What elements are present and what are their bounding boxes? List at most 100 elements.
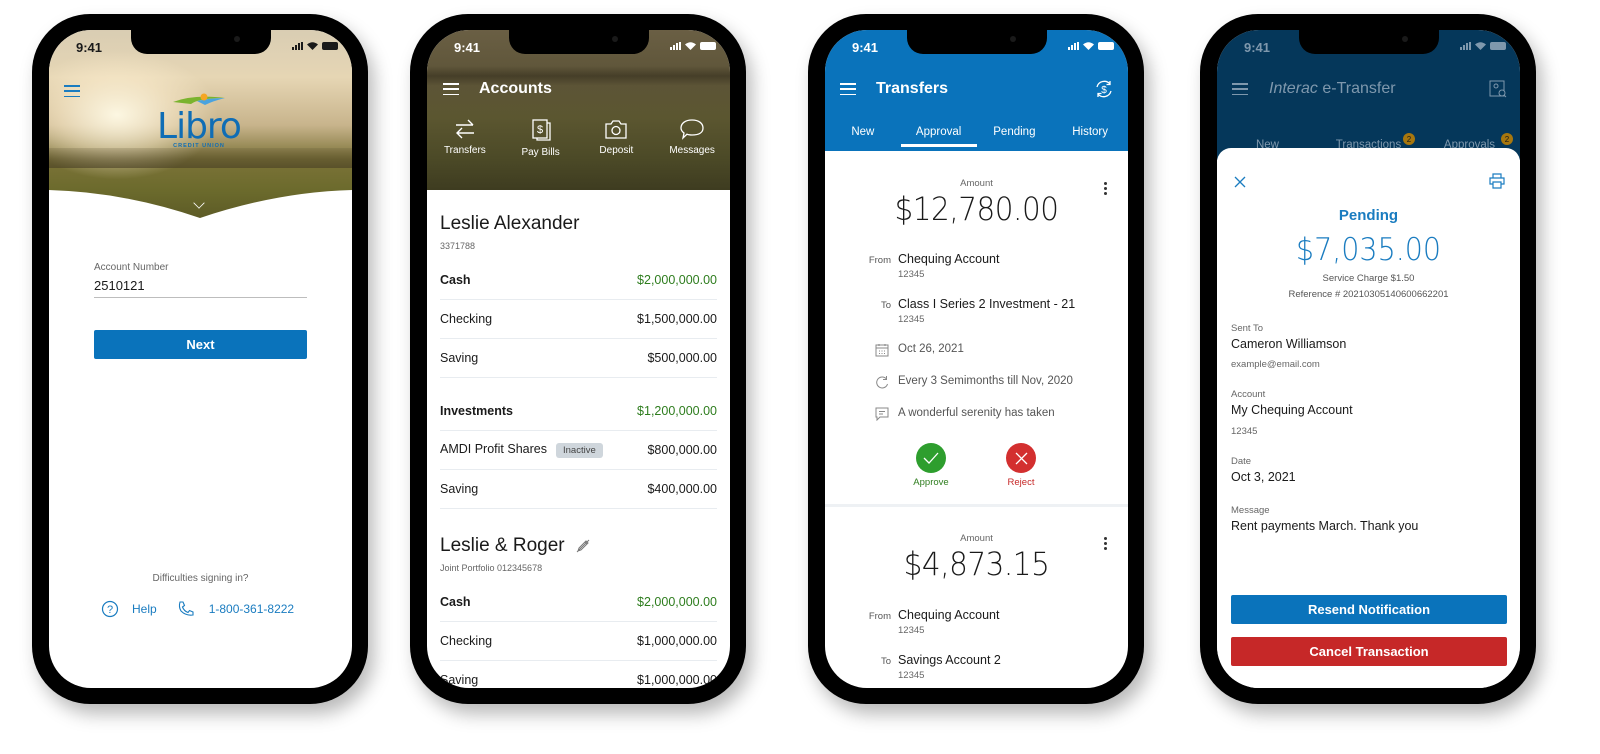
menu-icon[interactable] [1232,83,1248,95]
more-options-icon[interactable] [1104,182,1108,195]
from-account-name: Chequing Account [898,608,1000,622]
transfer-card: Amount $12,780.00 [825,178,1128,228]
tab-new[interactable]: New [825,126,901,147]
battery-icon [322,42,338,50]
currency-exchange-icon[interactable]: $ [1094,79,1114,99]
status-time: 9:41 [76,40,103,55]
status-time: 9:41 [454,40,481,55]
svg-text:?: ? [107,604,113,616]
reject-label[interactable]: Reject [991,477,1051,488]
camera-icon [605,120,628,139]
quick-action-label: Transfers [443,145,486,156]
edit-pencil-icon[interactable] [575,538,591,554]
logo-swoosh-icon [173,93,225,105]
libro-logo: Libro CREDIT UNION [154,92,244,149]
account-amount: $800,000.00 [647,443,717,457]
title-rest: e-Transfer [1317,80,1396,97]
status-icons [670,42,716,50]
to-account-name: Savings Account 2 [898,653,1001,667]
group-amount: $1,200,000.00 [637,404,717,418]
quick-action-label: Messages [669,145,715,156]
page-title: Interac e-Transfer [1269,80,1396,98]
from-account-name: Chequing Account [898,252,1000,266]
quick-action-label: Deposit [599,145,634,156]
chat-bubble-icon [680,119,704,140]
reject-button[interactable] [1006,443,1036,473]
approve-label[interactable]: Approve [901,477,961,488]
card-divider [825,504,1128,507]
help-link[interactable]: Help [132,602,157,616]
pay-bills-icon: $ [531,119,551,141]
transfer-amount: $4,873.15 [903,545,1050,583]
account-label-wrap: AMDI Profit Shares Inactive [440,442,603,458]
resend-notification-button[interactable]: Resend Notification [1231,595,1507,624]
transaction-status: Pending [1338,207,1399,224]
account-group-row[interactable]: Investments $1,200,000.00 [440,392,717,431]
menu-icon[interactable] [840,83,856,95]
signal-icon [670,42,681,50]
quick-action-transfers[interactable]: Transfers [427,118,503,158]
account-label: Saving [440,673,479,687]
tab-history[interactable]: History [1052,126,1128,147]
menu-icon[interactable] [64,85,80,97]
transfer-tabs: New Approval Pending History [825,126,1128,147]
owner-name: Leslie & Roger [440,535,717,557]
account-row[interactable]: AMDI Profit Shares Inactive $800,000.00 [440,431,717,470]
quick-action-label: Pay Bills [521,147,560,158]
account-row[interactable]: Saving $500,000.00 [440,339,717,378]
difficulties-text: Difficulties signing in? [152,573,249,584]
owner-name-text: Leslie Alexander [440,213,580,234]
account-row[interactable]: Checking $1,500,000.00 [440,300,717,339]
contact-search-icon[interactable] [1489,80,1507,98]
status-icons [292,42,338,50]
next-button[interactable]: Next [94,330,307,359]
more-options-icon[interactable] [1104,537,1108,550]
tab-approval[interactable]: Approval [900,126,977,147]
signal-icon [1068,42,1079,50]
transfer-amount: $12,780.00 [894,190,1059,228]
svg-text:$: $ [1101,85,1107,96]
print-icon[interactable] [1489,173,1505,189]
account-row[interactable]: Saving $400,000.00 [440,470,717,509]
quick-action-deposit[interactable]: Deposit [579,118,655,158]
quick-action-pay-bills[interactable]: $ Pay Bills [503,118,579,158]
status-icons [1068,42,1114,50]
account-group-row[interactable]: Cash $2,000,000.00 [440,261,717,300]
account-group-row[interactable]: Cash $2,000,000.00 [440,583,717,622]
account-row[interactable]: Checking $1,000,000.00 [440,622,717,661]
phone-login: 9:41 Libro CREDIT UNION Account Number N… [32,14,368,704]
approve-button[interactable] [916,443,946,473]
account-amount: $500,000.00 [647,351,717,365]
account-label: Account [1231,389,1266,400]
owner-number: Joint Portfolio 012345678 [440,563,543,573]
quick-action-messages[interactable]: Messages [654,118,730,158]
account-row[interactable]: Saving $1,000,000.00 [440,661,717,688]
account-label: Saving [440,351,479,365]
to-label: To [880,656,891,667]
tab-pending[interactable]: Pending [977,126,1053,147]
page-title: Accounts [479,80,552,97]
recurring-icon [876,376,888,389]
transfer-recurrence: Every 3 Semimonths till Nov, 2020 [898,375,1073,387]
etransfer-screen: 9:41 Interac e-Transfer New Transactions… [1217,30,1520,688]
wifi-icon [1475,42,1486,50]
account-label: Checking [440,634,493,648]
wifi-icon [685,42,696,50]
transfer-card: Amount $4,873.15 [825,533,1128,583]
cancel-transaction-button[interactable]: Cancel Transaction [1231,637,1507,666]
account-number-input[interactable] [94,274,307,298]
status-time: 9:41 [1244,40,1271,55]
menu-icon[interactable] [443,83,459,95]
phone-number-link[interactable]: 1-800-361-8222 [209,602,294,616]
title-brand: Interac [1269,80,1318,97]
transfer-arrows-icon [455,119,474,139]
help-circle-icon[interactable]: ? [101,600,119,618]
date-value: Oct 3, 2021 [1231,470,1296,484]
phone-icon[interactable] [177,600,195,618]
transfer-date: Oct 26, 2021 [898,343,964,355]
sent-to-label: Sent To [1231,323,1264,334]
account-amount: $1,500,000.00 [637,312,717,326]
svg-text:$: $ [537,124,543,136]
close-icon[interactable] [1234,176,1246,188]
close-icon [1015,452,1027,464]
